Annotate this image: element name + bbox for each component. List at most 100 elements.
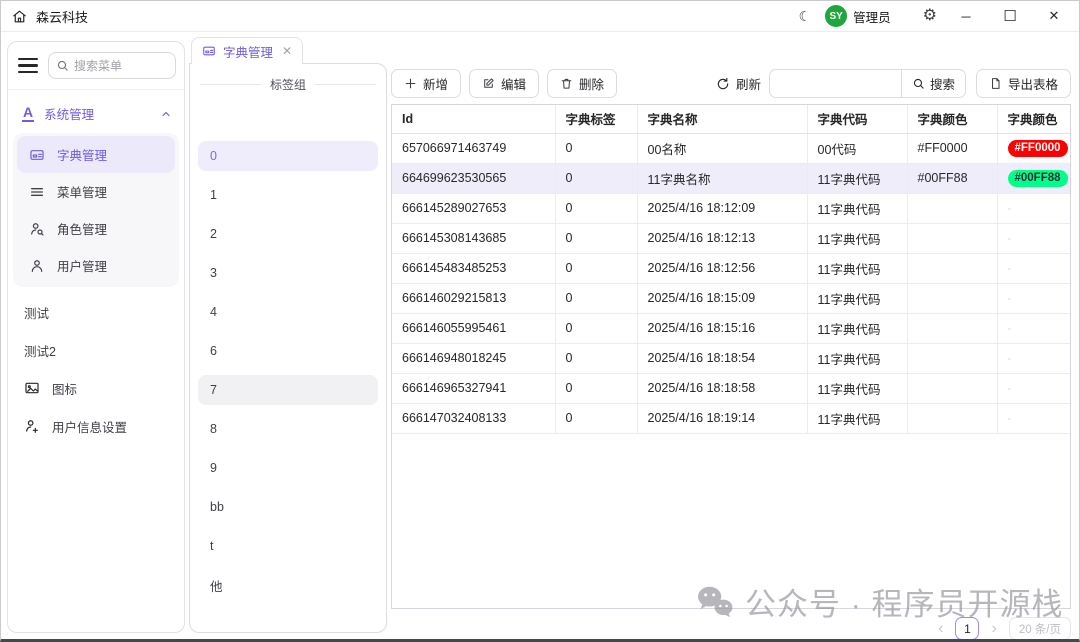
table-search-input[interactable] — [768, 69, 901, 98]
table-cell — [907, 313, 998, 344]
table-cell: 00代码 — [807, 133, 908, 164]
table-row[interactable]: 666145308143685 0 2025/4/16 18:12:13 11字典代码… — [392, 223, 1070, 254]
table-cell: 2025/4/16 18:15:09 — [637, 283, 808, 314]
sidebar-item-label: 字典管理 — [57, 149, 108, 163]
table-cell: 666146055995461 — [392, 313, 556, 344]
table-cell: 0 — [555, 223, 638, 254]
page-number[interactable]: 1 — [955, 617, 980, 639]
sidebar-item[interactable]: 字典管理 — [17, 136, 175, 173]
tag-list-item[interactable]: 2 — [198, 219, 378, 249]
edit-button[interactable]: 编辑 — [469, 69, 540, 98]
tag-list-item[interactable]: 7 — [198, 375, 378, 405]
table-cell: 0 — [555, 253, 638, 284]
table-cell: 0 — [555, 133, 638, 164]
table-cell-color-badge: #FF0000 — [997, 133, 1070, 164]
sidebar-item[interactable]: 用户信息设置 — [8, 407, 184, 445]
add-button[interactable]: 新增 — [391, 69, 462, 98]
tab-close-icon[interactable]: ✕ — [282, 44, 292, 58]
table-cell — [907, 343, 998, 374]
color-badge: #FF0000 — [1007, 139, 1068, 157]
search-button[interactable]: 搜索 — [900, 69, 966, 98]
tag-list-item[interactable]: 8 — [198, 414, 378, 444]
sidebar-item-label: 角色管理 — [57, 223, 108, 237]
maximize-button[interactable]: ☐ — [995, 7, 1025, 25]
table-cell: 11字典名称 — [637, 163, 808, 194]
tag-list-item[interactable]: 9 — [198, 453, 378, 483]
hamburger-menu-icon[interactable] — [18, 57, 38, 74]
next-page-icon[interactable]: › — [989, 620, 998, 637]
minimize-button[interactable]: ─ — [951, 9, 981, 24]
sidebar-extra-items: 测试 测试2 图标 用户信息设置 — [8, 293, 184, 445]
edit-icon — [482, 77, 495, 90]
userplus-icon — [24, 418, 40, 434]
table-cell: 11字典代码 — [807, 403, 908, 434]
table-row[interactable]: 666146965327941 0 2025/4/16 18:18:58 11字典代码… — [392, 373, 1070, 404]
search-icon — [912, 77, 925, 90]
table-row[interactable]: 666146948018245 0 2025/4/16 18:18:54 11字典代码… — [392, 343, 1070, 374]
table-cell-color-badge: - — [997, 223, 1070, 254]
sidebar-search-input[interactable] — [74, 58, 160, 73]
color-badge: #00FF88 — [1007, 169, 1068, 187]
sidebar-group-system[interactable]: A 系统管理 — [8, 90, 184, 133]
tag-list-item[interactable]: t — [198, 531, 378, 561]
delete-button[interactable]: 删除 — [547, 69, 618, 98]
sidebar-item[interactable]: 角色管理 — [17, 210, 175, 247]
table-cell: 11字典代码 — [807, 283, 908, 314]
refresh-button[interactable]: 刷新 — [716, 74, 761, 93]
close-button[interactable]: ✕ — [1039, 8, 1069, 24]
table-cell — [907, 193, 998, 224]
table-cell: 657066971463749 — [392, 133, 556, 164]
prev-page-icon[interactable]: ‹ — [936, 620, 945, 637]
tag-list: 0 1 2 3 4 6 7 8 9 bb t 他 — [190, 97, 386, 600]
sidebar-item[interactable]: 测试2 — [8, 331, 184, 369]
table-cell: 2025/4/16 18:12:09 — [637, 193, 808, 224]
table-row[interactable]: 666146029215813 0 2025/4/16 18:15:09 11字典代码… — [392, 283, 1070, 314]
menu-icon — [29, 184, 45, 200]
table-cell: 0 — [555, 283, 638, 314]
export-button[interactable]: 导出表格 — [975, 69, 1071, 98]
table-cell: 0 — [555, 343, 638, 374]
sidebar-item[interactable]: 测试 — [8, 293, 184, 331]
tab-dict-management[interactable]: 字典管理 ✕ — [191, 37, 304, 64]
column-header: 字典颜色 — [907, 105, 998, 134]
table-cell: 11字典代码 — [807, 373, 908, 404]
user-menu[interactable]: SY 管理员 — [825, 5, 891, 27]
table-row[interactable]: 666147032408133 0 2025/4/16 18:19:14 11字典代码… — [392, 403, 1070, 434]
empty-value-dash: - — [1007, 323, 1012, 335]
tag-list-item[interactable]: 6 — [198, 336, 378, 366]
tag-list-item[interactable]: 4 — [198, 297, 378, 327]
table-cell: 0 — [555, 373, 638, 404]
page-size-select[interactable]: 20 条/页 — [1008, 617, 1071, 639]
table-cell: 0 — [555, 313, 638, 344]
empty-value-dash: - — [1007, 293, 1012, 305]
plus-icon — [404, 77, 417, 90]
tag-list-item[interactable]: 0 — [198, 141, 378, 171]
table-row[interactable]: 666146055995461 0 2025/4/16 18:15:16 11字典代码… — [392, 313, 1070, 344]
table-row[interactable]: 664699623530565 0 11字典名称 11字典代码 #00FF88 #00FF… — [392, 163, 1070, 194]
sidebar-item[interactable]: 菜单管理 — [17, 173, 175, 210]
table-cell: #00FF88 — [907, 163, 998, 194]
table-row[interactable]: 666145289027653 0 2025/4/16 18:12:09 11字典代码… — [392, 193, 1070, 224]
table-cell: 2025/4/16 18:18:54 — [637, 343, 808, 374]
tag-list-item[interactable]: bb — [198, 492, 378, 522]
tag-group-panel: 标签组 0 1 2 3 4 6 7 8 9 bb t 他 — [189, 63, 387, 633]
table-cell: 666146965327941 — [392, 373, 556, 404]
sidebar-item[interactable]: 图标 — [8, 369, 184, 407]
tag-list-item[interactable]: 3 — [198, 258, 378, 288]
sidebar-search[interactable] — [48, 52, 176, 79]
tag-list-item[interactable]: 他 — [198, 570, 378, 600]
table-cell: 666145289027653 — [392, 193, 556, 224]
table-cell: 0 — [555, 163, 638, 194]
table-row[interactable]: 666145483485253 0 2025/4/16 18:12:56 11字典代码… — [392, 253, 1070, 284]
role-icon — [29, 221, 45, 237]
tag-list-item[interactable]: 1 — [198, 180, 378, 210]
dark-mode-moon-icon[interactable]: ☾ — [799, 9, 812, 23]
table-cell: 2025/4/16 18:18:58 — [637, 373, 808, 404]
gear-icon[interactable]: ⚙ — [923, 8, 937, 24]
table-row[interactable]: 657066971463749 0 00名称 00代码 #FF0000 #FF0000 — [392, 133, 1070, 164]
sidebar-item[interactable]: 用户管理 — [17, 247, 175, 284]
avatar[interactable]: SY — [825, 5, 848, 27]
empty-value-dash: - — [1007, 413, 1012, 425]
toolbar: 新增 编辑 删除 刷新 搜索 导出表格 — [391, 69, 1071, 98]
document-icon — [989, 77, 1002, 90]
